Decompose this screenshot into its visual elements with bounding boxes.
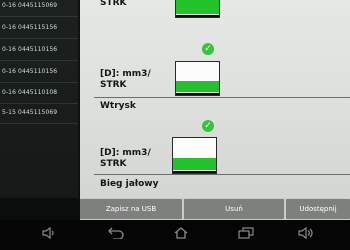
volume-up-icon[interactable] <box>298 226 314 242</box>
idle-gauge-base <box>173 171 216 173</box>
home-icon[interactable] <box>173 227 189 242</box>
list-item[interactable]: 5-15 0445115069 <box>0 101 78 124</box>
section-title-injection: Wtrysk <box>100 101 136 111</box>
top-gauge-fill <box>176 0 219 14</box>
list-item[interactable]: 0-16 0445115069 <box>0 0 78 17</box>
recent-apps-icon[interactable] <box>238 227 254 242</box>
list-item[interactable]: 0-16 0445110156 <box>0 60 78 83</box>
top-gauge <box>175 0 220 18</box>
top-gauge-base <box>176 15 219 17</box>
list-item-text: 0-16 0445115156 <box>2 24 58 31</box>
idle-unit-line2: STRK <box>100 159 127 169</box>
list-item-text: 0-16 0445110156 <box>2 46 58 53</box>
idle-gauge <box>172 137 217 174</box>
divider <box>94 174 350 175</box>
save-usb-button[interactable]: Zapisz na USB <box>80 199 182 219</box>
injection-gauge-base <box>176 93 219 95</box>
idle-gauge-fill <box>173 158 216 170</box>
injection-gauge-fill <box>176 81 219 92</box>
list-item[interactable]: 0-16 0445115156 <box>0 16 78 39</box>
system-nav-bar <box>0 220 350 250</box>
list-item-text: 0-16 0445115069 <box>2 2 58 9</box>
share-button[interactable]: Udostępnij <box>286 199 350 219</box>
injection-unit-line2: STRK <box>100 80 127 90</box>
check-icon: ✓ <box>202 43 214 55</box>
top-unit-label: STRK <box>100 0 127 8</box>
idle-unit-line1: [D]: mm3/ <box>100 148 151 158</box>
volume-down-icon[interactable] <box>42 226 56 242</box>
main-panel: STRK ✓ [D]: mm3/ STRK Wtrysk ✓ [D]: mm3/… <box>80 0 350 198</box>
section-title-idle: Bieg jałowy <box>100 179 159 189</box>
list-item-text: 0-16 0445110156 <box>2 68 58 75</box>
list-item-text: 0-16 0445110108 <box>2 89 58 96</box>
list-item-text: 5-15 0445115069 <box>2 109 58 116</box>
injection-gauge <box>175 61 220 96</box>
divider <box>94 97 350 98</box>
injection-unit-line1: [D]: mm3/ <box>100 69 151 79</box>
back-icon[interactable] <box>108 227 124 242</box>
delete-button[interactable]: Usuń <box>184 199 284 219</box>
check-icon: ✓ <box>202 120 214 132</box>
list-item[interactable]: 0-16 0445110156 <box>0 38 78 61</box>
left-list-panel: 0-16 0445115069 0-16 0445115156 0-16 044… <box>0 0 80 198</box>
action-bar: Zapisz na USB Usuń Udostępnij <box>80 198 350 220</box>
